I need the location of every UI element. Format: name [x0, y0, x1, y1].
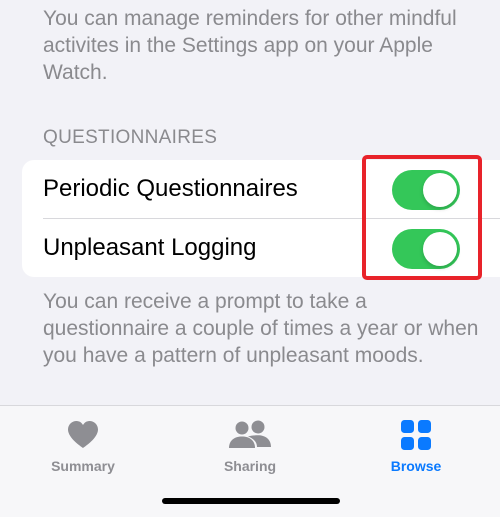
section-header-questionnaires: QUESTIONNAIRES [43, 127, 218, 148]
heart-icon [68, 421, 98, 448]
tab-browse[interactable]: Browse [366, 418, 466, 474]
tab-browse-label: Browse [390, 458, 442, 474]
grid-icon [401, 420, 431, 450]
row-label-unpleasant-logging: Unpleasant Logging [43, 234, 257, 261]
tab-summary-label: Summary [51, 458, 115, 474]
row-label-periodic-questionnaires: Periodic Questionnaires [43, 175, 298, 202]
tab-sharing[interactable]: Sharing [200, 418, 300, 474]
home-indicator[interactable] [162, 498, 340, 504]
tab-sharing-label: Sharing [223, 458, 277, 474]
people-icon [229, 420, 271, 448]
questionnaires-footnote: You can receive a prompt to take a quest… [43, 290, 479, 367]
toggles-highlight-box [362, 155, 482, 280]
top-footnote: You can manage reminders for other mindf… [43, 7, 457, 84]
tab-summary[interactable]: Summary [33, 418, 133, 474]
